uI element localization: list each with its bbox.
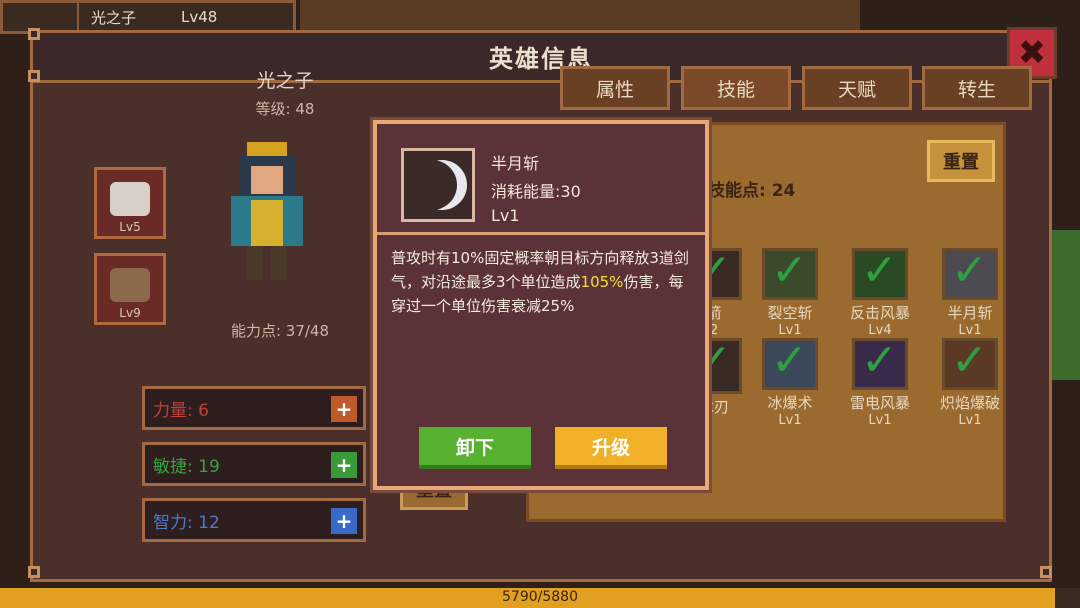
check-icon: ✓ [951,335,988,386]
player-avatar [3,3,79,31]
desc-highlight: 105% [580,273,624,291]
armor-icon [110,182,150,216]
unequip-button[interactable]: 卸下 [419,427,531,469]
equipment-slot-armor[interactable]: Lv5 [94,167,166,239]
experience-bar: 5790/5880 [0,588,1080,608]
ability-points: 能力点: 37/48 [230,322,330,340]
player-level: Lv48 [181,8,218,26]
tab-attributes[interactable]: 属性 [560,66,670,110]
reset-skills-button[interactable]: 重置 [927,140,995,182]
half-moon-icon [407,160,457,210]
player-name: 光之子 [91,8,137,27]
tab-skills[interactable]: 技能 [681,66,791,110]
hero-name: 光之子 [256,70,314,92]
experience-text: 5790/5880 [502,589,578,605]
check-icon: ✓ [771,245,808,296]
check-icon: ✓ [951,245,988,296]
skill-level: Lv1 [778,413,802,428]
plus-icon[interactable]: + [331,396,357,422]
stat-label: 力量: 6 [153,400,209,421]
skill-slot[interactable]: ✓ 雷电风暴 Lv1 [836,338,924,428]
skill-name: 雷电风暴 [849,394,910,412]
skill-slot[interactable]: ✓ 裂空斩 Lv1 [746,248,834,338]
popup-energy-cost: 消耗能量:30 [491,182,581,201]
equipment-level: Lv5 [119,220,141,234]
map-grass-strip [1050,230,1080,380]
popup-skill-name: 半月斩 [491,154,540,173]
map-dirt-strip [300,0,860,30]
upgrade-button[interactable]: 升级 [555,427,667,469]
tab-rebirth[interactable]: 转生 [922,66,1032,110]
skill-icon: ✓ [852,338,908,390]
popup-divider [377,232,705,235]
check-icon: ✓ [861,245,898,296]
skill-slot[interactable]: ✓ 反击风暴 Lv4 [836,248,924,338]
plus-icon[interactable]: + [331,452,357,478]
frame-corner [28,70,40,82]
stat-label: 智力: 12 [153,512,220,533]
skill-points: 技能点: 24 [708,181,796,201]
skill-name: 炽焰爆破 [939,394,1000,412]
popup-description: 普攻时有10%固定概率朝目标方向释放3道剑气，对沿途最多3个单位造成105%伤害… [391,246,695,318]
plus-icon[interactable]: + [331,508,357,534]
stat-strength: 力量: 6 + [142,386,366,430]
skill-name: 半月斩 [947,304,993,322]
skill-slot[interactable]: ✓ 炽焰爆破 Lv1 [926,338,1014,428]
frame-corner [28,28,40,40]
equipment-slot-boots[interactable]: Lv9 [94,253,166,325]
skill-level: Lv1 [958,413,982,428]
stat-agility: 敏捷: 19 + [142,442,366,486]
frame-corner [28,566,40,578]
skill-icon: ✓ [852,248,908,300]
skill-slot[interactable]: ✓ 冰爆术 Lv1 [746,338,834,428]
hero-sprite [231,142,303,280]
skill-name: 裂空斩 [767,304,813,322]
tab-talents[interactable]: 天赋 [802,66,912,110]
skill-name: 反击风暴 [849,304,910,322]
check-icon: ✓ [861,335,898,386]
stat-intelligence: 智力: 12 + [142,498,366,542]
player-info-bar[interactable]: 光之子 Lv48 [0,0,296,34]
hero-level: 等级: 48 [255,100,315,118]
skill-icon: ✓ [942,248,998,300]
skill-name: 冰爆术 [767,394,813,412]
popup-skill-level: Lv1 [491,206,520,225]
skill-icon: ✓ [762,338,818,390]
skill-icon: ✓ [942,338,998,390]
skill-detail-popup: 半月斩 消耗能量:30 Lv1 普攻时有10%固定概率朝目标方向释放3道剑气，对… [373,120,709,490]
skill-level: Lv1 [868,413,892,428]
frame-corner [1040,566,1052,578]
equipment-level: Lv9 [119,306,141,320]
check-icon: ✓ [771,335,808,386]
skill-slot[interactable]: ✓ 半月斩 Lv1 [926,248,1014,338]
skill-icon: ✓ [762,248,818,300]
boots-icon [110,268,150,302]
skill-icon-large [401,148,475,222]
stat-label: 敏捷: 19 [153,456,220,477]
